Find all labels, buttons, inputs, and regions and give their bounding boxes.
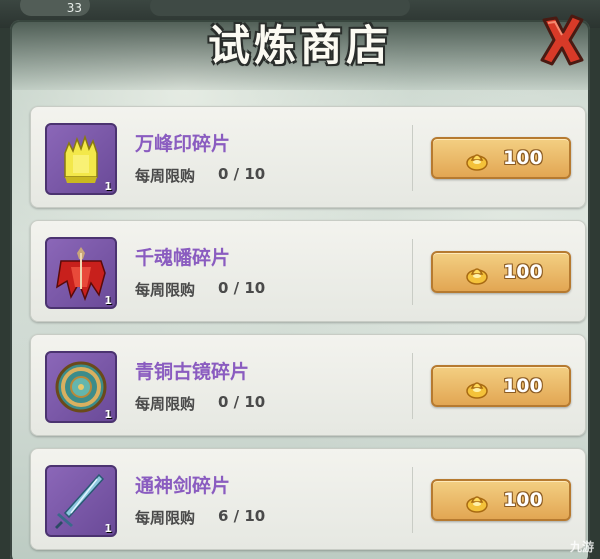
item-name: 青铜古镜碎片 [135, 361, 250, 383]
item-quantity: 1 [104, 180, 112, 193]
item-quantity: 1 [104, 408, 112, 421]
weekly-limit-count: 0 / 10 [218, 165, 266, 183]
gold-ingot-icon [466, 268, 488, 285]
close-icon [540, 14, 584, 66]
gold-ingot-icon [466, 382, 488, 399]
item-name: 通神剑碎片 [135, 475, 231, 497]
divider [412, 125, 413, 191]
price-label: 100 [503, 261, 543, 283]
shop-item-row: 1 万峰印碎片 每周限购 0 / 10 100 [30, 106, 586, 208]
close-button[interactable] [536, 10, 588, 68]
divider [412, 467, 413, 533]
item-quantity: 1 [104, 294, 112, 307]
weekly-limit-label: 每周限购 [135, 167, 196, 185]
weekly-limit-label: 每周限购 [135, 395, 196, 413]
gold-ingot-icon [466, 496, 488, 513]
shop-item-row: 1 千魂幡碎片 每周限购 0 / 10 100 [30, 220, 586, 322]
weekly-limit-count: 0 / 10 [218, 279, 266, 297]
buy-button[interactable]: 100 [431, 365, 571, 407]
price-label: 100 [503, 489, 543, 511]
buy-button[interactable]: 100 [431, 251, 571, 293]
price-label: 100 [503, 147, 543, 169]
weekly-limit-label: 每周限购 [135, 281, 196, 299]
item-icon-frame[interactable]: 1 [45, 123, 117, 195]
buy-button[interactable]: 100 [431, 479, 571, 521]
gold-ingot-icon [466, 154, 488, 171]
item-icon-frame[interactable]: 1 [45, 351, 117, 423]
item-name: 万峰印碎片 [135, 133, 231, 155]
weekly-limit-count: 6 / 10 [218, 507, 266, 525]
page-title: 试炼商店 [207, 21, 392, 70]
item-icon-frame[interactable]: 1 [45, 465, 117, 537]
item-icon-frame[interactable]: 1 [45, 237, 117, 309]
divider [412, 353, 413, 419]
buy-button[interactable]: 100 [431, 137, 571, 179]
weekly-limit-label: 每周限购 [135, 509, 196, 527]
shop-item-row: 1 通神剑碎片 每周限购 6 / 10 100 [30, 448, 586, 550]
price-label: 100 [503, 375, 543, 397]
shop-item-row: 1 青铜古镜碎片 每周限购 0 / 10 100 [30, 334, 586, 436]
item-quantity: 1 [104, 522, 112, 535]
item-name: 千魂幡碎片 [135, 247, 231, 269]
divider [412, 239, 413, 305]
watermark: 九游 [569, 540, 594, 554]
weekly-limit-count: 0 / 10 [218, 393, 266, 411]
